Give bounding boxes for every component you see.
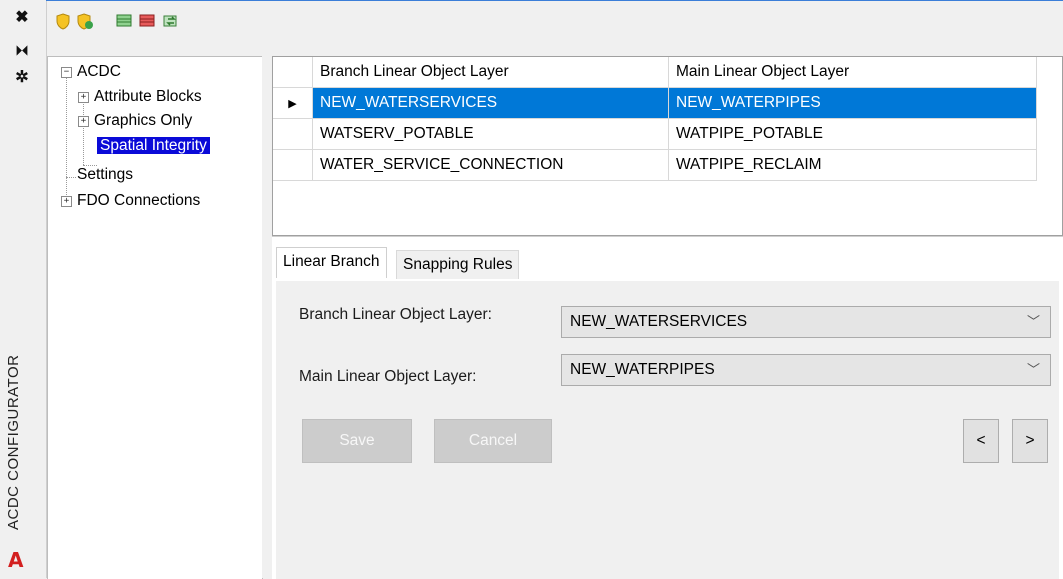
table-row[interactable]: WATSERV_POTABLE WATPIPE_POTABLE bbox=[273, 118, 1037, 150]
grid-cell-branch[interactable]: NEW_WATERSERVICES bbox=[312, 87, 669, 119]
branch-layer-select[interactable]: NEW_WATERSERVICES ﹀ bbox=[561, 306, 1051, 338]
grid-cell-main[interactable]: WATPIPE_RECLAIM bbox=[668, 149, 1037, 181]
tree-node-label: Attribute Blocks bbox=[94, 88, 202, 105]
autocad-logo-icon: A bbox=[8, 548, 24, 572]
palette-side-strip: ✖ ⏵⏴ ✲ ACDC CONFIGURATOR A bbox=[0, 0, 47, 578]
panel-splitter[interactable] bbox=[262, 41, 272, 578]
close-icon[interactable]: ✖ bbox=[9, 6, 35, 28]
expand-icon[interactable]: + bbox=[78, 116, 89, 127]
row-indicator[interactable] bbox=[273, 149, 313, 181]
grid-cell-main[interactable]: NEW_WATERPIPES bbox=[668, 87, 1037, 119]
grid-cell-main[interactable]: WATPIPE_POTABLE bbox=[668, 118, 1037, 150]
shield-icon[interactable] bbox=[53, 11, 73, 31]
branch-layer-value: NEW_WATERSERVICES bbox=[570, 313, 748, 330]
row-indicator[interactable] bbox=[273, 118, 313, 150]
expand-icon[interactable]: + bbox=[61, 196, 72, 207]
tree-node-label: Spatial Integrity bbox=[97, 137, 210, 154]
main-layer-select[interactable]: NEW_WATERPIPES ﹀ bbox=[561, 354, 1051, 386]
tree-node-settings[interactable]: Settings bbox=[77, 164, 133, 186]
table-row[interactable]: WATER_SERVICE_CONNECTION WATPIPE_RECLAIM bbox=[273, 149, 1037, 181]
settings-icon[interactable]: ✲ bbox=[9, 66, 35, 88]
save-button[interactable]: Save bbox=[302, 419, 412, 463]
tree-node-spatial-integrity[interactable]: Spatial Integrity bbox=[97, 135, 210, 157]
tree-connector bbox=[66, 177, 76, 178]
row-indicator-icon[interactable]: ▶ bbox=[273, 87, 313, 119]
cancel-button[interactable]: Cancel bbox=[434, 419, 552, 463]
palette-title: ACDC CONFIGURATOR bbox=[5, 355, 22, 531]
column-header-main[interactable]: Main Linear Object Layer bbox=[668, 57, 1037, 88]
tree-node-label: ACDC bbox=[77, 63, 121, 80]
rules-grid: Branch Linear Object Layer Main Linear O… bbox=[272, 56, 1063, 236]
layer-remove-icon[interactable] bbox=[138, 11, 158, 31]
table-row[interactable]: ▶ NEW_WATERSERVICES NEW_WATERPIPES bbox=[273, 87, 1037, 119]
shield-add-icon[interactable] bbox=[75, 11, 95, 31]
expand-icon[interactable]: + bbox=[78, 92, 89, 103]
grid-header-row: Branch Linear Object Layer Main Linear O… bbox=[273, 57, 1037, 88]
tab-snapping-rules[interactable]: Snapping Rules bbox=[396, 250, 520, 279]
column-header-branch[interactable]: Branch Linear Object Layer bbox=[312, 57, 669, 88]
layer-add-icon[interactable] bbox=[115, 11, 135, 31]
main-layer-value: NEW_WATERPIPES bbox=[570, 361, 715, 378]
tree-connector bbox=[66, 75, 67, 205]
layer-refresh-icon[interactable] bbox=[161, 11, 181, 31]
tree-node-graphics-only[interactable]: + Graphics Only bbox=[72, 110, 192, 132]
pin-icon[interactable]: ⏵⏴ bbox=[9, 40, 35, 62]
row-header-corner bbox=[273, 57, 313, 88]
next-button[interactable]: > bbox=[1012, 419, 1048, 463]
tree-node-label: Settings bbox=[77, 166, 134, 183]
grid-cell-branch[interactable]: WATER_SERVICE_CONNECTION bbox=[312, 149, 669, 181]
configuration-tree: − ACDC + Attribute Blocks + Graphics Onl… bbox=[47, 56, 263, 579]
collapse-icon[interactable]: − bbox=[61, 67, 72, 78]
main-layer-label: Main Linear Object Layer: bbox=[299, 368, 477, 385]
tree-node-label: FDO Connections bbox=[77, 192, 201, 209]
linear-branch-tab-body: Branch Linear Object Layer: NEW_WATERSER… bbox=[276, 281, 1059, 579]
grid-cell-branch[interactable]: WATSERV_POTABLE bbox=[312, 118, 669, 150]
chevron-down-icon: ﹀ bbox=[1026, 362, 1040, 377]
tree-node-acdc[interactable]: − ACDC bbox=[55, 61, 121, 83]
tree-node-fdo-connections[interactable]: + FDO Connections bbox=[55, 190, 200, 212]
chevron-down-icon: ﹀ bbox=[1026, 314, 1040, 329]
tree-node-attribute-blocks[interactable]: + Attribute Blocks bbox=[72, 86, 202, 108]
previous-button[interactable]: < bbox=[963, 419, 999, 463]
branch-layer-label: Branch Linear Object Layer: bbox=[299, 306, 492, 323]
toolbar bbox=[47, 1, 1063, 41]
tree-node-label: Graphics Only bbox=[94, 112, 193, 129]
tab-linear-branch[interactable]: Linear Branch bbox=[276, 247, 387, 278]
detail-panel: Linear Branch Snapping Rules Branch Line… bbox=[272, 236, 1063, 579]
